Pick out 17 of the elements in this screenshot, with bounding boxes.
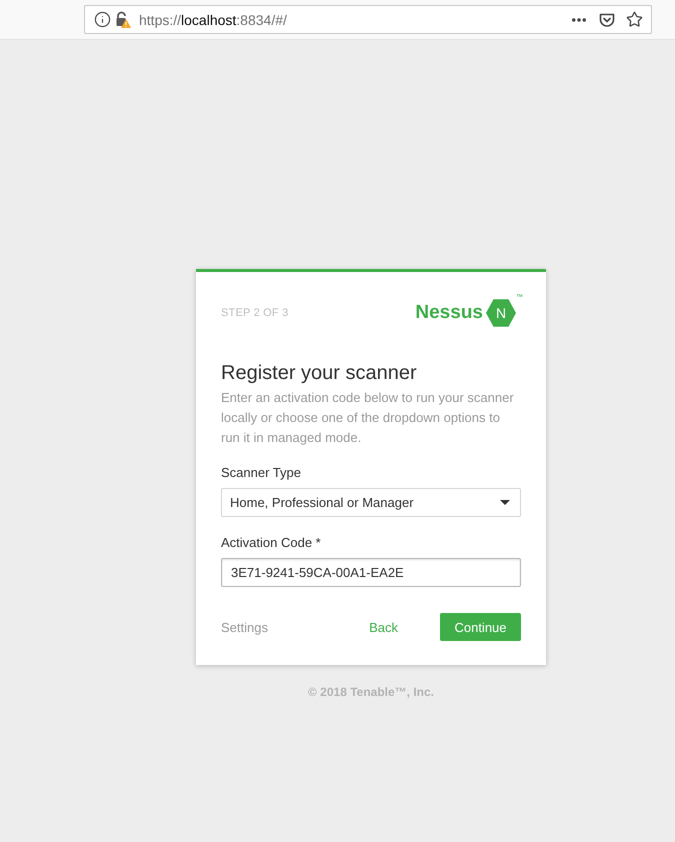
card-title: Register your scanner — [221, 361, 418, 386]
lock-warning-icon[interactable] — [115, 11, 131, 28]
card-description: Enter an activation code below to run your scanner locally or choose one of the dropdown options to run it in managed mode. — [221, 389, 515, 447]
hexagon-logo-badge: N — [486, 298, 516, 328]
copyright-text: © 2018 Tenable™, Inc. — [308, 685, 434, 699]
chevron-shield-icon[interactable] — [599, 12, 615, 28]
address-bar[interactable]: https://localhost:8834/#/ — [84, 5, 652, 34]
activation-code-input[interactable]: 3E71-9241-59CA-00A1-EA2E — [221, 558, 521, 587]
field-label: Activation Code * — [221, 534, 322, 552]
info-icon[interactable] — [94, 11, 111, 28]
star-icon[interactable] — [626, 11, 643, 28]
field-label: Scanner Type — [221, 464, 302, 482]
scanner-type-select[interactable]: Home, Professional or Manager — [221, 488, 521, 517]
url-text: https://localhost:8834/#/ — [139, 12, 288, 28]
step-label: STEP 2 OF 3 — [221, 307, 288, 319]
caret-icon — [500, 500, 510, 505]
logo-wordmark: Nessus — [415, 302, 483, 324]
